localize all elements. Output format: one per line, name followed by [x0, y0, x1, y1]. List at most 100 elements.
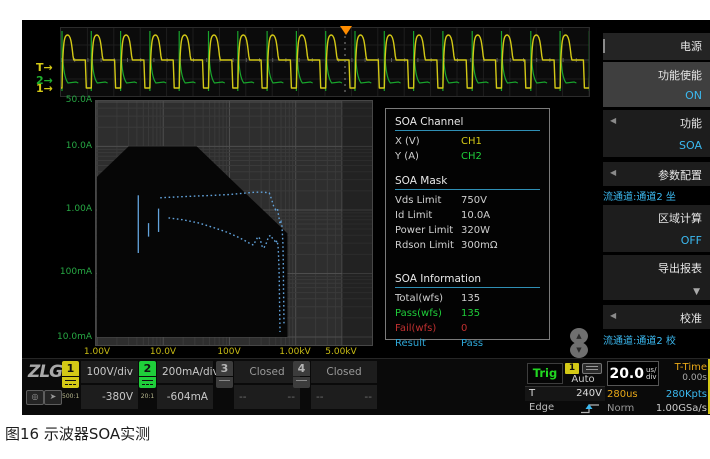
coupling-icon — [293, 377, 310, 388]
trigger-level-label: T — [529, 387, 535, 401]
channel1-offset: -380V — [81, 385, 138, 409]
channel2-badge[interactable]: 2 20:1 — [139, 361, 156, 388]
total-wfs-value: 135 — [461, 293, 480, 304]
total-wfs-label: Total(wfs) — [395, 293, 461, 304]
coupling-icon — [139, 377, 156, 388]
tab-indicator — [603, 39, 605, 53]
sidebar-item-export-report[interactable]: 导出报表 ▼ — [603, 255, 710, 300]
t-time-value: 0.00s — [663, 373, 707, 383]
x-tick-label: 10.0V — [141, 347, 185, 357]
waveform-strip — [60, 27, 590, 97]
touch-drag-icon[interactable]: ➤ — [44, 390, 62, 405]
channel4-badge[interactable]: 4 — [293, 361, 310, 388]
coupling-icon — [216, 377, 233, 388]
channel4-status: Closed — [311, 361, 377, 383]
channel2-offset: -604mA — [157, 385, 213, 409]
channel3-info[interactable]: Closed ---- — [234, 361, 300, 409]
soa-channel-title: SOA Channel — [395, 116, 540, 131]
pass-wfs-value: 135 — [461, 308, 480, 319]
chevron-left-icon: ◀ — [610, 311, 616, 320]
vds-limit-label: Vds Limit — [395, 195, 461, 206]
y-channel-label: Y (A) — [395, 151, 461, 162]
channel3-status: Closed — [234, 361, 300, 383]
id-limit-label: Id Limit — [395, 210, 461, 221]
channel4-info[interactable]: Closed -- -- — [311, 361, 377, 409]
timebase-info[interactable]: 20.0 us/div T-Time 0.00s 280us 280Kpts N… — [607, 361, 708, 414]
channel1-badge[interactable]: 1 500:1 — [62, 361, 79, 388]
y-tick-label: 10.0A — [48, 141, 92, 151]
x-tick-label: 100V — [207, 347, 251, 357]
touch-gesture-icon[interactable]: ◎ — [26, 390, 44, 405]
sidebar-item-parameter-config[interactable]: ◀ 参数配置 — [603, 162, 710, 186]
power-limit-label: Power Limit — [395, 225, 461, 236]
trigger-source-badge: 1 — [565, 363, 579, 374]
t-time-label: T-Time — [663, 362, 707, 373]
channel3-dash: -- — [287, 385, 295, 409]
rdson-limit-label: Rdson Limit — [395, 240, 461, 251]
sidebar-item-area-calc[interactable]: 区域计算 OFF — [603, 205, 710, 252]
fail-wfs-label: Fail(wfs) — [395, 323, 461, 334]
sidebar-item-calibration[interactable]: ◀ 校准 — [603, 305, 710, 329]
trigger-level-value: 240V — [576, 387, 602, 401]
soa-information-title: SOA Information — [395, 273, 540, 288]
sidebar-item-label: 校准 — [680, 310, 702, 326]
timebase-value: 20.0 — [609, 366, 644, 382]
display-icon — [582, 363, 602, 374]
channel4-number: 4 — [293, 361, 310, 376]
ch1-level-marker[interactable]: 1→ — [36, 83, 53, 94]
channel1-probe-ratio: 500:1 — [62, 393, 79, 400]
status-bar: ZLG® ◎ ➤ 1 500:1 100V/div -380V 2 20:1 2… — [22, 358, 710, 415]
sidebar-item-value: SOA — [679, 139, 702, 152]
pass-wfs-label: Pass(wfs) — [395, 308, 461, 319]
sample-rate: 1.00GSa/s — [656, 402, 707, 415]
acquisition-mode: Norm — [607, 402, 634, 415]
rising-edge-icon — [580, 403, 602, 414]
oscilloscope-screen: T→ 2→ 1→ 50.0A 10.0A 1.00A 100mA 10.0mA … — [22, 20, 710, 415]
soa-mask-title: SOA Mask — [395, 175, 540, 190]
power-limit-value: 320W — [461, 225, 490, 236]
sidebar-item-label: 导出报表 — [658, 260, 702, 276]
y-channel-value: CH2 — [461, 151, 482, 162]
sidebar-item-value: ON — [685, 89, 702, 102]
scroll-up-icon[interactable]: ▲ — [570, 328, 588, 344]
scroll-widget[interactable]: ▲ ▼ — [570, 328, 590, 360]
soa-plot — [95, 100, 373, 346]
chevron-left-icon: ◀ — [610, 116, 616, 125]
trigger-time: T-Time 0.00s — [663, 362, 707, 383]
channel2-info[interactable]: 200mA/div -604mA — [157, 361, 213, 409]
channel1-info[interactable]: 100V/div -380V — [81, 361, 138, 409]
capture-window: 280us — [607, 388, 638, 401]
sidebar-item-label: 区域计算 — [658, 210, 702, 226]
y-tick-label: 10.0mA — [48, 332, 92, 342]
sidebar-item-label: 功能 — [680, 115, 702, 131]
menu-sidebar: 电源 功能使能 ON ◀ 功能 SOA ◀ 参数配置 流通道:通道2 坐 区域计… — [603, 20, 710, 358]
sidebar-item-function[interactable]: ◀ 功能 SOA — [603, 110, 710, 157]
sidebar-item-power[interactable]: 电源 — [603, 33, 710, 60]
trigger-info[interactable]: Trig 1 Auto T 240V Edge — [525, 361, 605, 414]
result-value: Pass — [461, 338, 483, 349]
sidebar-item-label: 电源 — [680, 38, 702, 54]
soa-info-panel: SOA Channel X (V)CH1 Y (A)CH2 SOA Mask V… — [385, 108, 550, 340]
x-tick-label: 5.00kV — [319, 347, 363, 357]
trigger-position-icon[interactable] — [340, 26, 352, 35]
sidebar-caption: 流通道:通道2 坐 — [603, 188, 710, 203]
y-tick-label: 100mA — [48, 267, 92, 277]
vds-limit-value: 750V — [461, 195, 487, 206]
y-tick-label: 1.00A — [48, 204, 92, 214]
scroll-down-icon[interactable]: ▼ — [570, 342, 588, 358]
sidebar-item-value: OFF — [681, 234, 702, 247]
sidebar-item-function-enable[interactable]: 功能使能 ON — [603, 62, 710, 107]
channel2-scale: 200mA/div — [157, 361, 213, 383]
x-tick-label: 1.00kV — [273, 347, 317, 357]
memory-depth: 280Kpts — [666, 388, 707, 401]
channel4-dash: -- — [316, 385, 324, 409]
channel2-probe-ratio: 20:1 — [139, 393, 156, 400]
channel1-scale: 100V/div — [81, 361, 138, 383]
channel3-badge[interactable]: 3 — [216, 361, 233, 388]
trigger-level-marker[interactable]: T→ — [36, 62, 53, 73]
sidebar-item-label: 参数配置 — [658, 167, 702, 183]
channel4-dash: -- — [364, 385, 372, 409]
result-label: Result — [395, 338, 461, 349]
channel2-number: 2 — [139, 361, 156, 376]
page: { "caption": "图16 示波器SOA实测", "markers": … — [0, 0, 710, 459]
